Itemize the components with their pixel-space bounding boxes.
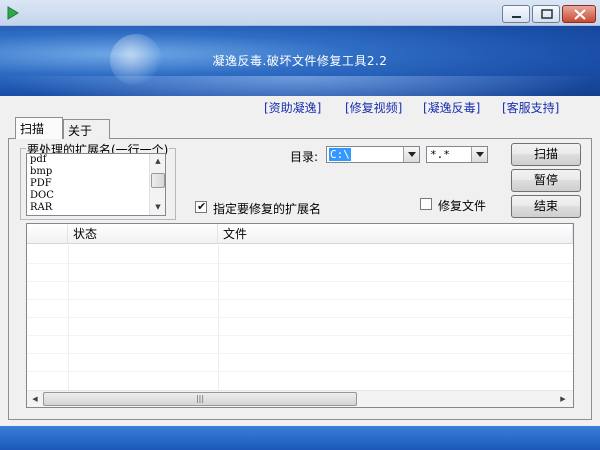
footer-bar (0, 426, 600, 450)
extension-item: RAR (30, 202, 53, 213)
end-button[interactable]: 结束 (511, 195, 581, 218)
app-arrow-icon (7, 6, 19, 20)
app-title: 凝逸反毒.破坏文件修复工具2.2 (212, 54, 388, 68)
directory-value: C:\ (329, 148, 351, 161)
file-pattern-value: *.* (430, 148, 450, 161)
scroll-right-icon[interactable]: ▶ (558, 394, 568, 404)
scan-button[interactable]: 扫描 (511, 143, 581, 166)
extensions-scroll-thumb[interactable] (151, 173, 165, 188)
extension-item: PDF (30, 178, 52, 189)
tab-scan[interactable]: 扫描 (15, 117, 63, 139)
table-header: 状态 文件 (27, 224, 573, 244)
table-horizontal-scrollbar[interactable]: ◀ ||| ▶ (27, 390, 573, 407)
banner-glow (0, 76, 600, 96)
close-button[interactable] (562, 5, 596, 23)
extension-item: bmp (30, 166, 53, 177)
repair-file-label: 修复文件 (438, 199, 487, 213)
results-table[interactable]: 状态 文件 ◀ ||| ▶ (26, 223, 574, 408)
directory-select[interactable]: C:\ (326, 146, 420, 163)
extension-item: pdf (30, 154, 47, 165)
link-antivirus[interactable]: [凝逸反毒] (423, 99, 480, 116)
scroll-up-icon[interactable]: ▲ (153, 156, 163, 166)
checkbox-box[interactable]: ✔ (195, 200, 207, 213)
grid-line (27, 317, 573, 318)
maximize-icon (541, 9, 553, 19)
extension-item: DOC (30, 190, 54, 201)
minimize-icon (512, 16, 521, 18)
column-header-file[interactable]: 文件 (218, 224, 573, 244)
chevron-down-icon[interactable] (403, 147, 419, 162)
scroll-down-icon[interactable]: ▼ (153, 202, 163, 212)
checkmark-icon: ✔ (197, 200, 207, 213)
pause-button[interactable]: 暂停 (511, 169, 581, 192)
window-title-bar (0, 0, 600, 26)
extensions-scrollbar[interactable]: ▲ ▼ (149, 154, 165, 215)
maximize-button[interactable] (532, 5, 560, 23)
grid-line (27, 353, 573, 354)
column-header-status[interactable]: 状态 (68, 224, 218, 244)
extensions-textarea[interactable]: pdf bmp PDF DOC RAR ▲ ▼ (26, 153, 166, 216)
checkbox-box[interactable] (420, 198, 432, 210)
grid-line (27, 299, 573, 300)
scroll-left-icon[interactable]: ◀ (30, 394, 40, 404)
file-pattern-select[interactable]: *.* (426, 146, 488, 163)
grid-line (27, 371, 573, 372)
link-repair-video[interactable]: [修复视频] (345, 99, 402, 116)
link-support[interactable]: [客服支持] (502, 99, 559, 116)
close-icon (574, 9, 586, 20)
directory-label: 目录: (290, 150, 319, 164)
minimize-button[interactable] (502, 5, 530, 23)
grid-line (27, 263, 573, 264)
tab-about[interactable]: 关于 (63, 119, 110, 139)
header-banner: 凝逸反毒.破坏文件修复工具2.2 (0, 26, 600, 96)
grid-line (27, 335, 573, 336)
table-scroll-thumb[interactable]: ||| (43, 392, 357, 406)
chevron-down-icon[interactable] (471, 147, 487, 162)
grid-line (27, 281, 573, 282)
column-header-index[interactable] (27, 224, 68, 244)
link-donate[interactable]: [资助凝逸] (264, 99, 321, 116)
specify-extensions-label: 指定要修复的扩展名 (213, 202, 322, 216)
